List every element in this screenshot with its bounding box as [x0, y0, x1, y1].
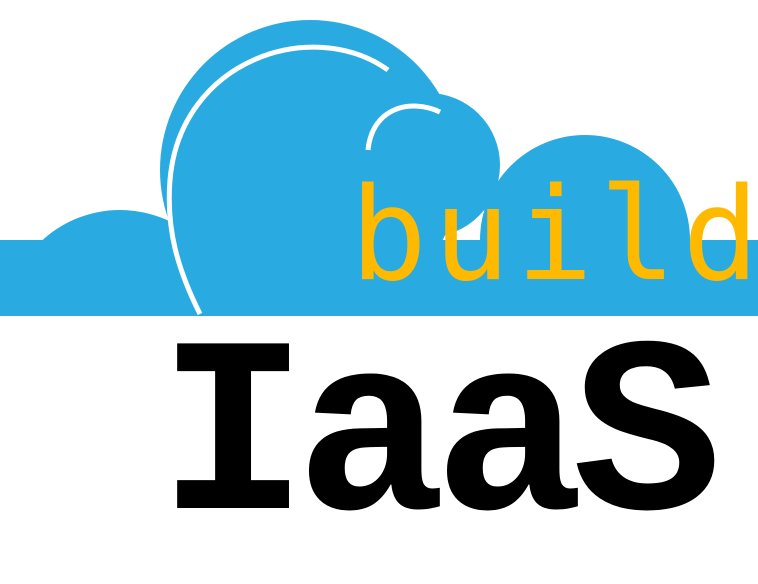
tagline-text: build	[350, 161, 758, 310]
wordmark-text: IaaS	[158, 301, 722, 584]
buildiaas-logo: build IaaS	[0, 0, 758, 568]
